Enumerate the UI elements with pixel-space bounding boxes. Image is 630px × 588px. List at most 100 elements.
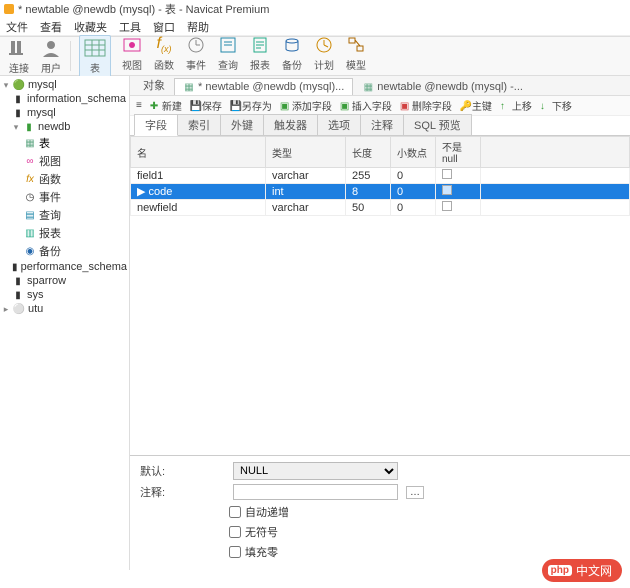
col-type[interactable]: 类型 xyxy=(266,137,346,168)
table-icon xyxy=(84,38,106,58)
tree-node-events[interactable]: ◷事件 xyxy=(0,188,129,206)
checkbox-icon[interactable] xyxy=(442,201,452,211)
database-icon: ▮ xyxy=(12,275,24,287)
cell-name[interactable]: ▶ code xyxy=(131,184,266,200)
expander-icon[interactable]: ▸ xyxy=(2,304,10,315)
tree-label: 报表 xyxy=(39,225,61,241)
tree-db-sparrow[interactable]: ▮sparrow xyxy=(0,274,129,288)
tree-db-information-schema[interactable]: ▮information_schema xyxy=(0,92,129,106)
toolbar-table-button[interactable]: 表 xyxy=(79,35,111,78)
delete-field-button[interactable]: ▣删除字段 xyxy=(400,98,452,113)
auto-increment-checkbox[interactable] xyxy=(229,506,241,518)
cell-length[interactable]: 8 xyxy=(346,184,391,200)
move-down-button[interactable]: ↓下移 xyxy=(540,98,572,113)
tree-connection-mysql[interactable]: ▾ 🟢 mysql xyxy=(0,78,129,92)
toolbar-user-button[interactable]: 用户 xyxy=(40,38,62,75)
subtab-indexes[interactable]: 索引 xyxy=(177,114,221,135)
col-decimal[interactable]: 小数点 xyxy=(391,137,436,168)
menu-window[interactable]: 窗口 xyxy=(153,19,175,35)
backup-icon: ◉ xyxy=(24,245,36,257)
tree-label: 查询 xyxy=(39,207,61,223)
primary-key-button[interactable]: 🔑主键 xyxy=(460,98,492,113)
user-icon xyxy=(40,38,62,58)
subtab-sql-preview[interactable]: SQL 预览 xyxy=(403,114,472,135)
table-row[interactable]: ▶ codeint80 xyxy=(131,184,630,200)
tree-db-performance-schema[interactable]: ▮performance_schema xyxy=(0,260,129,274)
menu-fav[interactable]: 收藏夹 xyxy=(74,19,107,35)
tab-newtable-unsaved[interactable]: ▦* newtable @newdb (mysql)... xyxy=(174,78,353,95)
table-row[interactable]: field1varchar2550 xyxy=(131,168,630,184)
menu-tools[interactable]: 工具 xyxy=(119,19,141,35)
cell-decimal[interactable]: 0 xyxy=(391,200,436,216)
toolbar-query-button[interactable]: 查询 xyxy=(217,35,239,72)
comment-expand-button[interactable]: … xyxy=(406,486,424,499)
zerofill-checkbox[interactable] xyxy=(229,546,241,558)
checkbox-icon[interactable] xyxy=(442,185,452,195)
table-row[interactable]: newfieldvarchar500 xyxy=(131,200,630,216)
cell-notnull[interactable] xyxy=(436,184,481,200)
cell-length[interactable]: 50 xyxy=(346,200,391,216)
save-as-icon: 💾 xyxy=(230,101,240,111)
toolbar-plan-button[interactable]: 计划 xyxy=(313,35,335,72)
subtab-fields[interactable]: 字段 xyxy=(134,114,178,136)
cell-type[interactable]: varchar xyxy=(266,200,346,216)
menu-view[interactable]: 查看 xyxy=(40,19,62,35)
checkbox-icon[interactable] xyxy=(442,169,452,179)
cell-notnull[interactable] xyxy=(436,200,481,216)
toolbar-event-button[interactable]: 事件 xyxy=(185,35,207,72)
toolbar-backup-button[interactable]: 备份 xyxy=(281,35,303,72)
toolbar-connect-button[interactable]: 连接 xyxy=(8,38,30,75)
save-as-button[interactable]: 💾另存为 xyxy=(230,98,272,113)
expander-icon[interactable]: ▾ xyxy=(2,80,10,91)
connection-tree[interactable]: ▾ 🟢 mysql ▮information_schema ▮mysql ▾▮n… xyxy=(0,76,130,570)
tree-db-newdb[interactable]: ▾▮newdb xyxy=(0,120,129,134)
subtab-triggers[interactable]: 触发器 xyxy=(263,114,318,135)
subtab-comment[interactable]: 注释 xyxy=(360,114,404,135)
cell-type[interactable]: varchar xyxy=(266,168,346,184)
cell-decimal[interactable]: 0 xyxy=(391,168,436,184)
default-select[interactable]: NULL xyxy=(233,462,398,480)
tab-objects[interactable]: 对象 xyxy=(134,74,174,95)
cell-decimal[interactable]: 0 xyxy=(391,184,436,200)
tree-node-queries[interactable]: ▤查询 xyxy=(0,206,129,224)
add-field-button[interactable]: ▣添加字段 xyxy=(280,98,332,113)
menu-help[interactable]: 帮助 xyxy=(187,19,209,35)
tree-connection-utu[interactable]: ▸⚪utu xyxy=(0,302,129,316)
toolbar-view-button[interactable]: 视图 xyxy=(121,35,143,72)
tree-node-functions[interactable]: fx函数 xyxy=(0,170,129,188)
toolbar-report-button[interactable]: 报表 xyxy=(249,35,271,72)
comment-label: 注释: xyxy=(140,484,225,500)
save-button[interactable]: 💾保存 xyxy=(190,98,222,113)
action-label: 新建 xyxy=(162,98,182,113)
toolbar-model-button[interactable]: 模型 xyxy=(345,35,367,72)
cell-name[interactable]: newfield xyxy=(131,200,266,216)
unsigned-checkbox[interactable] xyxy=(229,526,241,538)
tree-db-mysql[interactable]: ▮mysql xyxy=(0,106,129,120)
action-menu[interactable]: ≡ xyxy=(136,100,142,111)
comment-input[interactable] xyxy=(233,484,398,500)
expander-icon[interactable]: ▾ xyxy=(12,122,20,133)
move-up-button[interactable]: ↑上移 xyxy=(500,98,532,113)
subtab-foreign-keys[interactable]: 外键 xyxy=(220,114,264,135)
toolbar-function-button[interactable]: f(x) 函数 xyxy=(153,35,175,72)
cell-type[interactable]: int xyxy=(266,184,346,200)
insert-field-button[interactable]: ▣插入字段 xyxy=(340,98,392,113)
cell-name[interactable]: field1 xyxy=(131,168,266,184)
cell-notnull[interactable] xyxy=(436,168,481,184)
tree-node-backup[interactable]: ◉备份 xyxy=(0,242,129,260)
menu-bar: 文件 查看 收藏夹 工具 窗口 帮助 xyxy=(0,18,630,36)
database-open-icon: ▮ xyxy=(23,121,35,133)
new-button[interactable]: ✚新建 xyxy=(150,98,182,113)
cell-length[interactable]: 255 xyxy=(346,168,391,184)
col-name[interactable]: 名 xyxy=(131,137,266,168)
col-length[interactable]: 长度 xyxy=(346,137,391,168)
subtab-options[interactable]: 选项 xyxy=(317,114,361,135)
tree-node-tables[interactable]: ▦表 xyxy=(0,134,129,152)
tree-node-reports[interactable]: ▥报表 xyxy=(0,224,129,242)
tab-newtable[interactable]: ▦newtable @newdb (mysql) -... xyxy=(353,78,532,95)
tree-node-views[interactable]: ∞视图 xyxy=(0,152,129,170)
menu-file[interactable]: 文件 xyxy=(6,19,28,35)
tree-db-sys[interactable]: ▮sys xyxy=(0,288,129,302)
col-notnull[interactable]: 不是 null xyxy=(436,137,481,168)
fields-grid[interactable]: 名 类型 长度 小数点 不是 null field1varchar2550▶ c… xyxy=(130,136,630,455)
